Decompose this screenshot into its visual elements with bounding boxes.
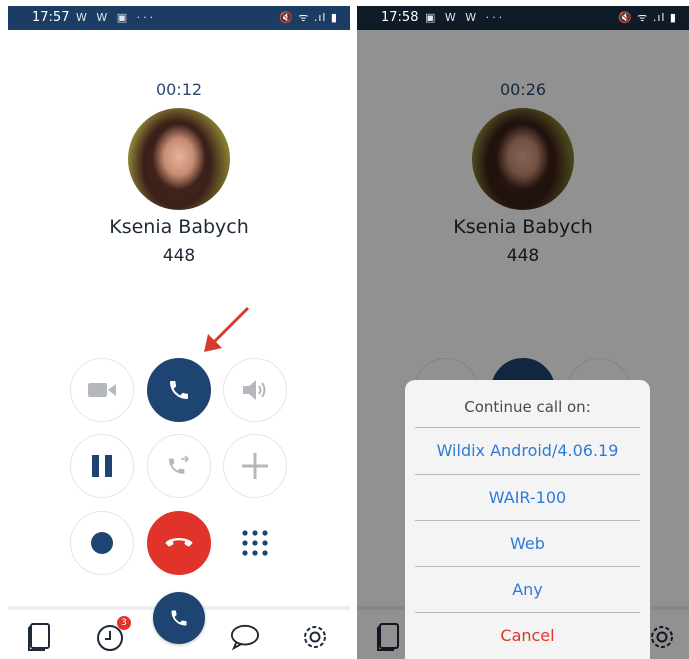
- speaker-button[interactable]: [223, 358, 287, 422]
- status-time: 17:57: [32, 10, 70, 25]
- dialog-title: Continue call on:: [464, 398, 591, 416]
- option-wildix-android[interactable]: Wildix Android/4.06.19: [415, 427, 640, 474]
- settings-icon: [304, 626, 326, 648]
- call-fab-button[interactable]: [153, 592, 205, 644]
- phone-handset-icon: [170, 381, 188, 399]
- chat-icon: [230, 624, 260, 651]
- add-call-button[interactable]: [223, 434, 287, 498]
- status-time: 17:58: [381, 10, 419, 25]
- dialpad-button[interactable]: [223, 511, 287, 575]
- video-button[interactable]: [70, 358, 134, 422]
- dialpad-icon: [242, 530, 268, 556]
- end-call-icon: [165, 538, 193, 547]
- status-bar: 17:58 ▣ W W ··· 🔇 ᯤ .ıl ▮: [357, 6, 689, 30]
- record-button[interactable]: [70, 511, 134, 575]
- chat-tab[interactable]: [230, 622, 260, 652]
- plus-icon: [242, 453, 268, 479]
- settings-tab[interactable]: [300, 622, 330, 652]
- speaker-icon: [243, 380, 266, 400]
- option-any[interactable]: Any: [415, 566, 640, 613]
- status-app-icons: W W ▣ ···: [76, 11, 157, 24]
- option-web[interactable]: Web: [415, 520, 640, 567]
- status-bar: 17:57 W W ▣ ··· 🔇 ᯤ .ıl ▮: [8, 6, 350, 30]
- continue-call-dialog: Continue call on: Wildix Android/4.06.19…: [405, 380, 650, 659]
- record-dot-icon: [91, 532, 113, 554]
- phone-transfer-icon: [169, 455, 190, 474]
- pause-icon: [92, 455, 112, 477]
- video-camera-icon: [88, 383, 116, 397]
- left-phone-screen: 17:57 W W ▣ ··· 🔇 ᯤ .ıl ▮ 00:12 Ksenia B…: [8, 0, 350, 659]
- cancel-button[interactable]: Cancel: [415, 612, 640, 659]
- right-phone-screen: 17:58 ▣ W W ··· 🔇 ᯤ .ıl ▮ 00:26 Ksenia B…: [357, 0, 689, 659]
- contact-extension: 448: [162, 246, 196, 266]
- status-app-icons: ▣ W W ···: [425, 11, 506, 24]
- call-timer: 00:12: [155, 80, 203, 99]
- phonebook-icon: [28, 623, 50, 651]
- phonebook-tab[interactable]: [24, 622, 54, 652]
- red-arrow-icon: [204, 306, 250, 352]
- history-badge: 3: [117, 616, 131, 630]
- option-wair-100[interactable]: WAIR-100: [415, 474, 640, 521]
- call-fab-icon: [171, 610, 187, 626]
- transfer-button[interactable]: [147, 434, 211, 498]
- contact-avatar: [128, 108, 230, 210]
- hangup-button[interactable]: [147, 511, 211, 575]
- hold-button[interactable]: [70, 434, 134, 498]
- switch-device-button[interactable]: [147, 358, 211, 422]
- status-system-icons: 🔇 ᯤ .ıl ▮: [618, 11, 677, 24]
- status-system-icons: 🔇 ᯤ .ıl ▮: [279, 11, 338, 24]
- contact-name: Ksenia Babych: [109, 216, 249, 238]
